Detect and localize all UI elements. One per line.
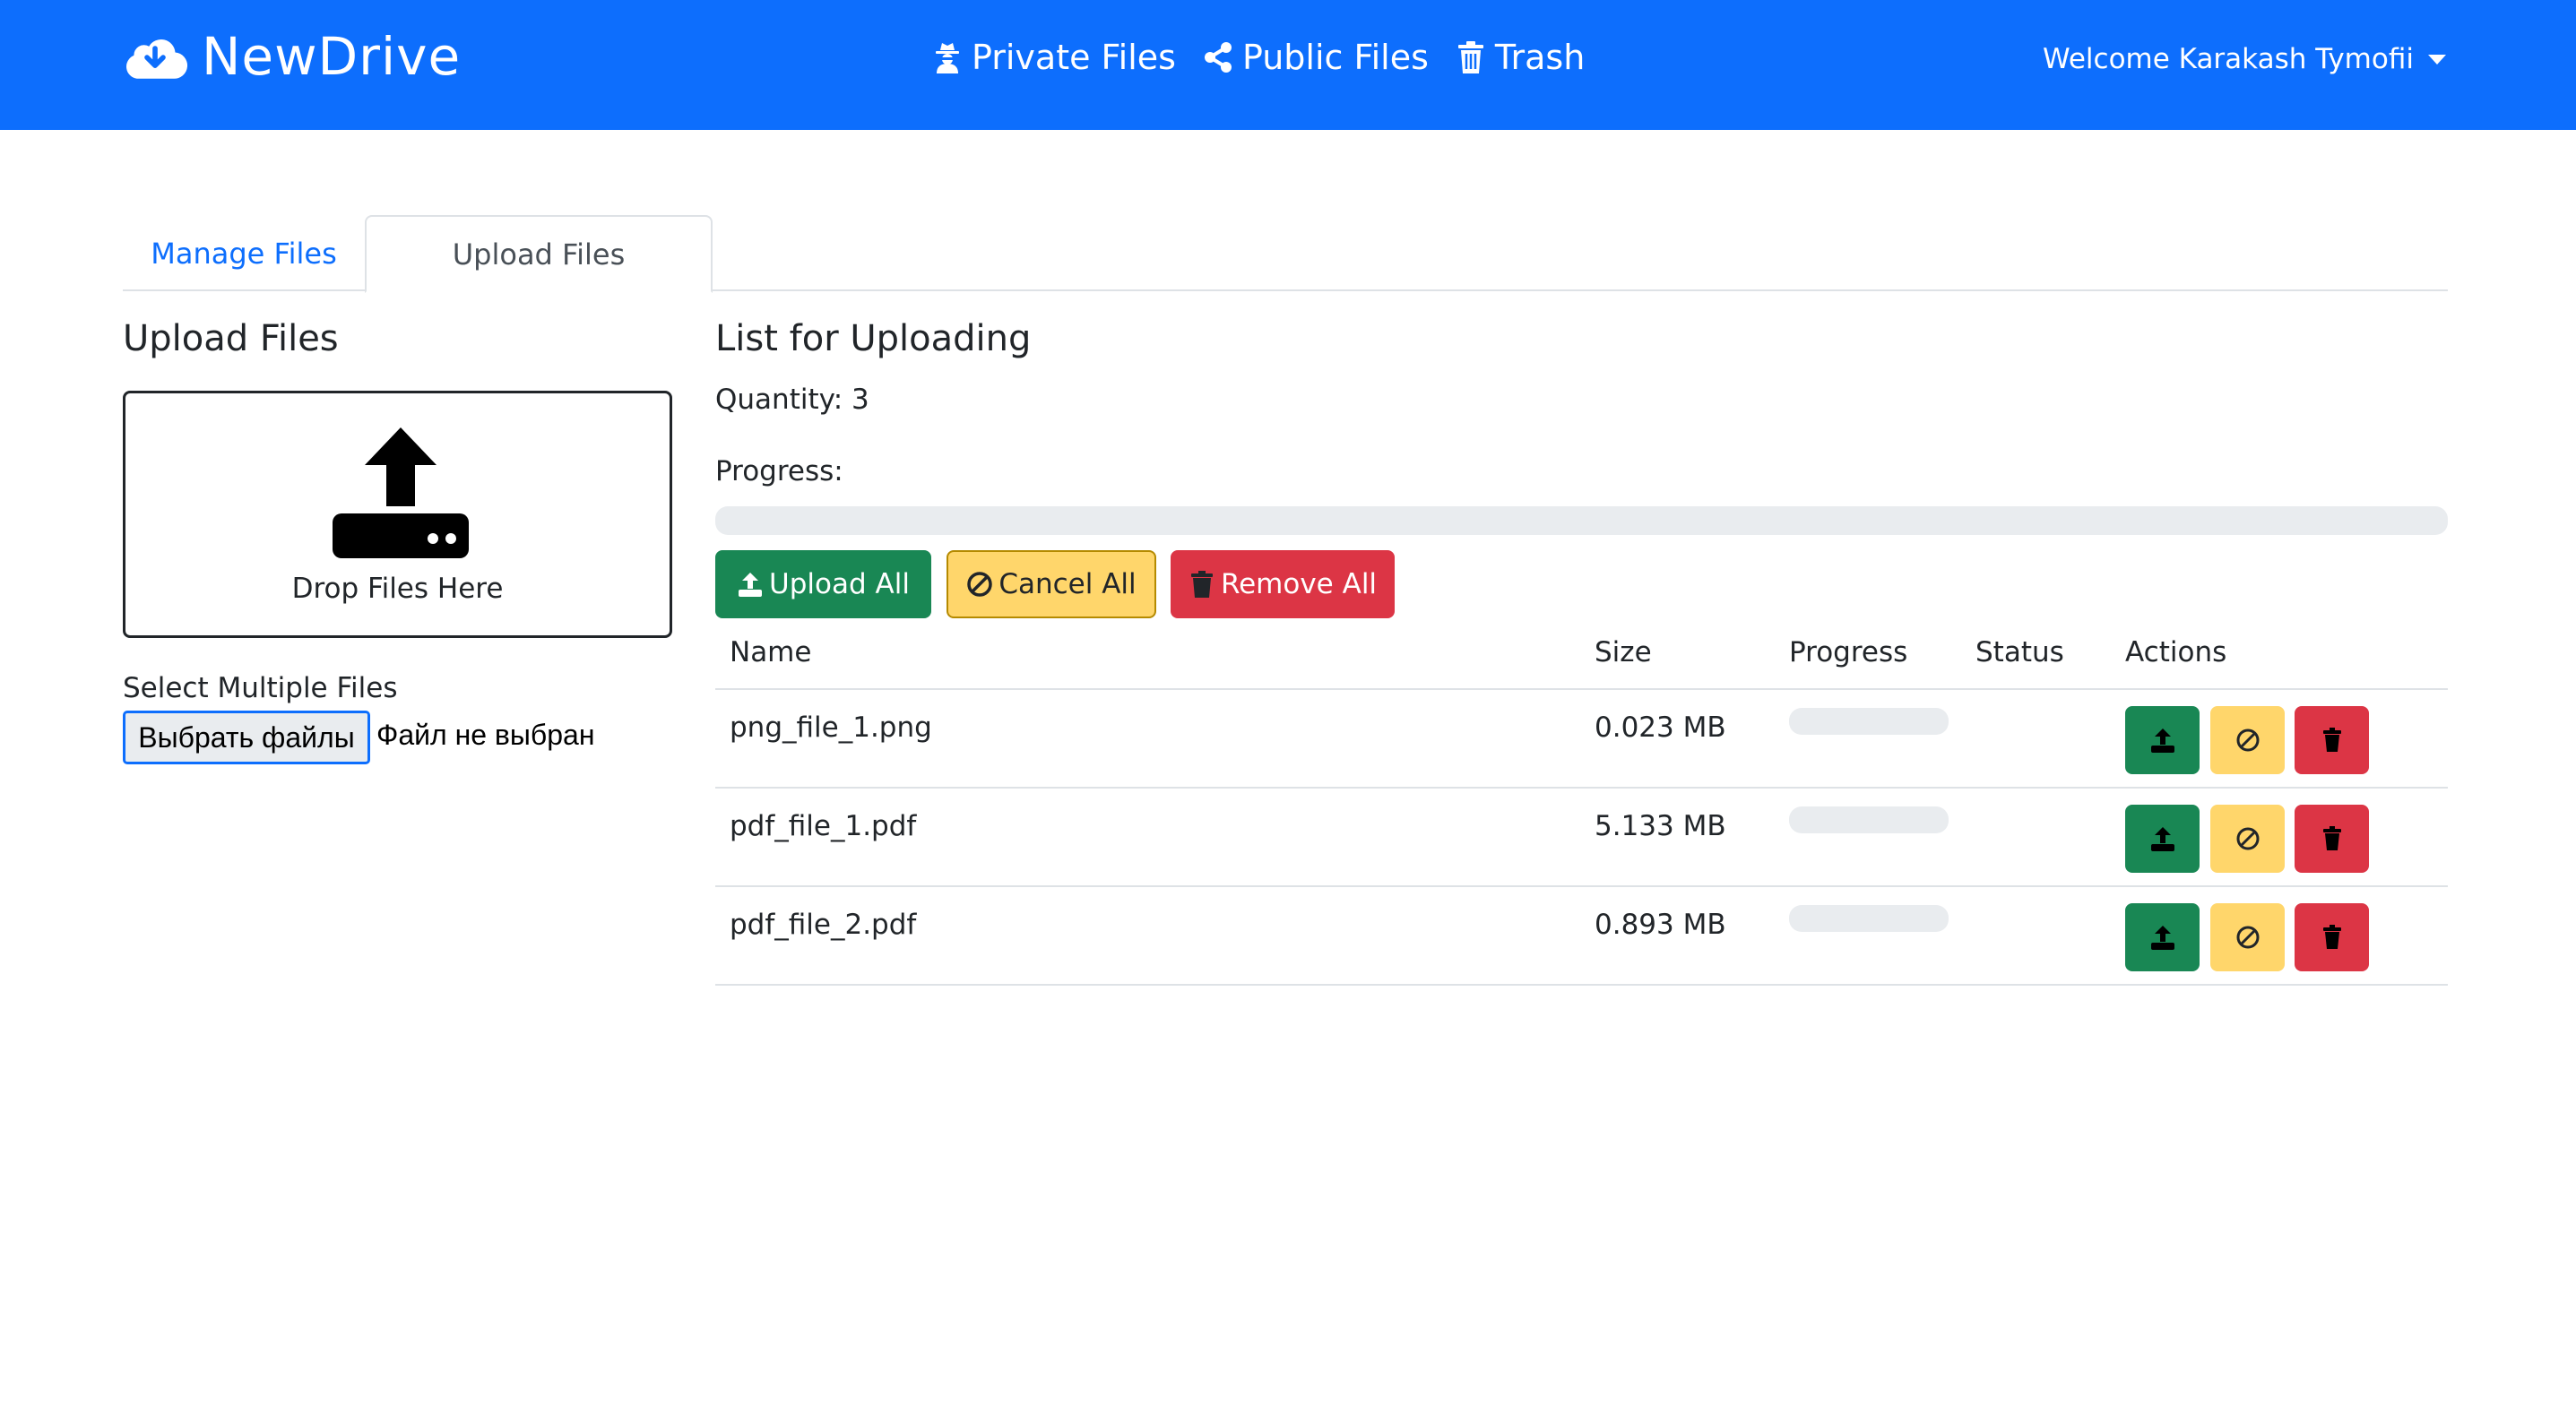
cancel-all-button[interactable]: Cancel All	[947, 550, 1156, 618]
upload-icon	[2150, 827, 2174, 851]
column-header-name: Name	[730, 636, 812, 668]
remove-file-button[interactable]	[2295, 706, 2369, 774]
file-status-text: Файл не выбран	[376, 719, 595, 751]
cancel-all-label: Cancel All	[998, 568, 1137, 600]
caret-down-icon	[2428, 54, 2446, 65]
file-name: pdf_file_1.pdf	[730, 810, 917, 842]
tab-bar: Manage Files Upload Files	[123, 215, 2448, 293]
table-row: pdf_file_2.pdf 0.893 MB	[715, 887, 2448, 986]
user-menu-toggle[interactable]: Welcome Karakash Tymofii	[2043, 43, 2446, 75]
quantity-text: Quantity: 3	[715, 384, 869, 416]
cancel-file-button[interactable]	[2210, 706, 2285, 774]
ban-icon	[2236, 827, 2259, 850]
upload-all-label: Upload All	[769, 568, 910, 600]
choose-files-button[interactable]: Выбрать файлы	[123, 711, 370, 764]
welcome-text: Welcome Karakash Tymofii	[2043, 43, 2414, 75]
file-progress-bar	[1789, 708, 1949, 735]
overall-progress-bar	[715, 506, 2448, 535]
file-name: png_file_1.png	[730, 711, 932, 744]
column-header-size: Size	[1595, 636, 1652, 668]
brand-link[interactable]: NewDrive	[123, 25, 461, 88]
upload-icon	[2150, 926, 2174, 950]
share-icon	[1204, 42, 1232, 73]
upload-file-button[interactable]	[2125, 805, 2200, 873]
file-progress-bar	[1789, 806, 1949, 833]
nav-private-files-label: Private Files	[972, 38, 1176, 77]
ban-icon	[2236, 926, 2259, 949]
file-size: 0.893 MB	[1595, 909, 1726, 941]
select-files-label: Select Multiple Files	[123, 672, 398, 704]
column-header-progress: Progress	[1789, 636, 1908, 668]
nav-public-files[interactable]: Public Files	[1203, 38, 1429, 77]
upload-all-button[interactable]: Upload All	[715, 550, 931, 618]
tab-upload-files[interactable]: Upload Files	[365, 215, 713, 293]
ban-icon	[967, 572, 993, 597]
nav-public-files-label: Public Files	[1241, 38, 1429, 77]
upload-icon	[739, 573, 763, 597]
remove-all-button[interactable]: Remove All	[1171, 550, 1395, 618]
trash-icon	[2322, 728, 2341, 752]
column-header-status: Status	[1975, 636, 2064, 668]
nav-trash[interactable]: Trash	[1456, 38, 1585, 77]
file-name: pdf_file_2.pdf	[730, 909, 917, 941]
upload-heading: Upload Files	[123, 318, 339, 359]
trash-icon	[2322, 925, 2341, 949]
column-header-actions: Actions	[2125, 636, 2227, 668]
upload-hdd-icon	[333, 427, 469, 558]
trash-icon	[1190, 571, 1213, 598]
file-size: 0.023 MB	[1595, 711, 1726, 744]
cancel-file-button[interactable]	[2210, 903, 2285, 971]
remove-file-button[interactable]	[2295, 805, 2369, 873]
table-row: png_file_1.png 0.023 MB	[715, 690, 2448, 789]
remove-file-button[interactable]	[2295, 903, 2369, 971]
table-row: pdf_file_1.pdf 5.133 MB	[715, 789, 2448, 887]
progress-label: Progress:	[715, 455, 843, 487]
cancel-file-button[interactable]	[2210, 805, 2285, 873]
tab-manage-files[interactable]: Manage Files	[123, 215, 365, 291]
trash-icon	[2322, 826, 2341, 850]
dropzone-text: Drop Files Here	[291, 573, 504, 605]
navbar: NewDrive Private Files Public Files Tras…	[0, 0, 2576, 130]
dropzone[interactable]: Drop Files Here	[123, 391, 672, 638]
upload-list-heading: List for Uploading	[715, 318, 1032, 359]
upload-icon	[2150, 729, 2174, 753]
file-size: 5.133 MB	[1595, 810, 1726, 842]
user-secret-icon	[936, 43, 959, 73]
brand-name: NewDrive	[202, 26, 462, 87]
remove-all-label: Remove All	[1220, 568, 1378, 600]
file-progress-bar	[1789, 905, 1949, 932]
nav-trash-label: Trash	[1494, 38, 1586, 77]
nav-private-files[interactable]: Private Files	[932, 38, 1176, 77]
upload-file-button[interactable]	[2125, 903, 2200, 971]
upload-file-button[interactable]	[2125, 706, 2200, 774]
cloud-download-icon	[126, 39, 187, 79]
nav-links: Private Files Public Files Trash	[932, 32, 1612, 82]
ban-icon	[2236, 729, 2259, 752]
trash-icon	[1457, 41, 1483, 73]
